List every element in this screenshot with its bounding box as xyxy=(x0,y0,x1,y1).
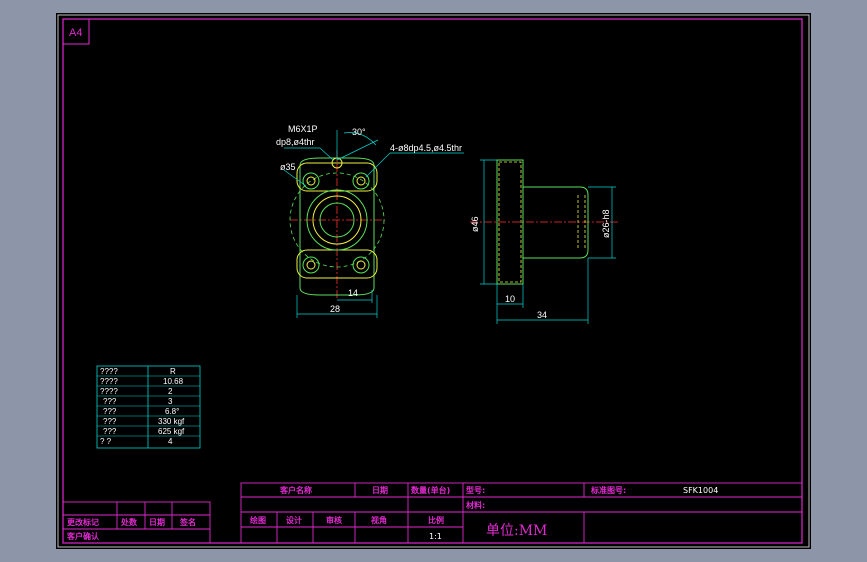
tb-design: 设计 xyxy=(286,515,302,525)
spec-value-6: 625 kgf xyxy=(158,427,185,436)
tb-quantity: 数量(单台) xyxy=(411,485,450,495)
tb-customer-name: 客户名称 xyxy=(279,485,312,495)
spec-label-3: ??? xyxy=(103,397,117,406)
spec-label-0: ???? xyxy=(100,367,118,376)
thread-note-line2: dp8,ø4thr xyxy=(276,137,315,147)
tb-drawn: 绘图 xyxy=(250,515,266,525)
sheet-size-label: A4 xyxy=(69,27,82,39)
tb-model-label: 型号: xyxy=(466,485,485,495)
cad-drawing-canvas: A4 M6X1P dp8,ø4thr 30° 4-ø8dp4.5,ø4.5thr… xyxy=(56,13,811,549)
tb-drawing-number: SFK1004 xyxy=(683,486,718,495)
tb-scale-value: 1:1 xyxy=(429,532,442,541)
pcd-diameter-label: ø35 xyxy=(280,162,296,172)
spec-label-5: ??? xyxy=(103,417,117,426)
dim-flange-label: 10 xyxy=(505,294,515,304)
spec-value-0: R xyxy=(170,367,176,376)
spec-label-4: ??? xyxy=(103,407,117,416)
spec-label-6: ??? xyxy=(103,427,117,436)
dim-bore-label: ø26-h8 xyxy=(601,209,611,238)
spec-value-1: 10.68 xyxy=(163,377,184,386)
spec-label-1: ???? xyxy=(100,377,118,386)
dim-diameter-label: ø46 xyxy=(470,216,480,232)
rev-change-mark: 更改标记 xyxy=(67,517,99,527)
rev-signature: 签名 xyxy=(179,517,196,527)
dim-length-label: 34 xyxy=(537,310,547,320)
thread-note-line1: M6X1P xyxy=(288,124,318,134)
tb-standard-drawing-label: 标准图号: xyxy=(590,485,626,495)
tb-view-angle: 视角 xyxy=(371,515,387,525)
spec-value-2: 2 xyxy=(168,387,173,396)
rev-customer-confirm: 客户确认 xyxy=(66,531,100,541)
spec-value-5: 330 kgf xyxy=(158,417,185,426)
tb-date: 日期 xyxy=(372,485,388,495)
spec-value-4: 6.8° xyxy=(165,407,179,416)
tb-unit: 单位:MM xyxy=(486,523,547,539)
spec-label-7: ? ? xyxy=(100,437,112,446)
angle-label: 30° xyxy=(352,127,366,137)
holes-note: 4-ø8dp4.5,ø4.5thr xyxy=(390,143,462,153)
tb-material-label: 材料: xyxy=(466,500,485,510)
spec-value-3: 3 xyxy=(168,397,173,406)
dim-width-label: 28 xyxy=(330,304,340,314)
spec-label-2: ???? xyxy=(100,387,118,396)
rev-location: 处数 xyxy=(120,517,138,527)
spec-value-7: 4 xyxy=(168,437,173,446)
drawing-area xyxy=(56,13,811,549)
tb-scale: 比例 xyxy=(428,515,444,525)
dim-inner-label: 14 xyxy=(348,288,358,298)
rev-date: 日期 xyxy=(149,517,165,527)
tb-check: 审核 xyxy=(326,515,342,525)
